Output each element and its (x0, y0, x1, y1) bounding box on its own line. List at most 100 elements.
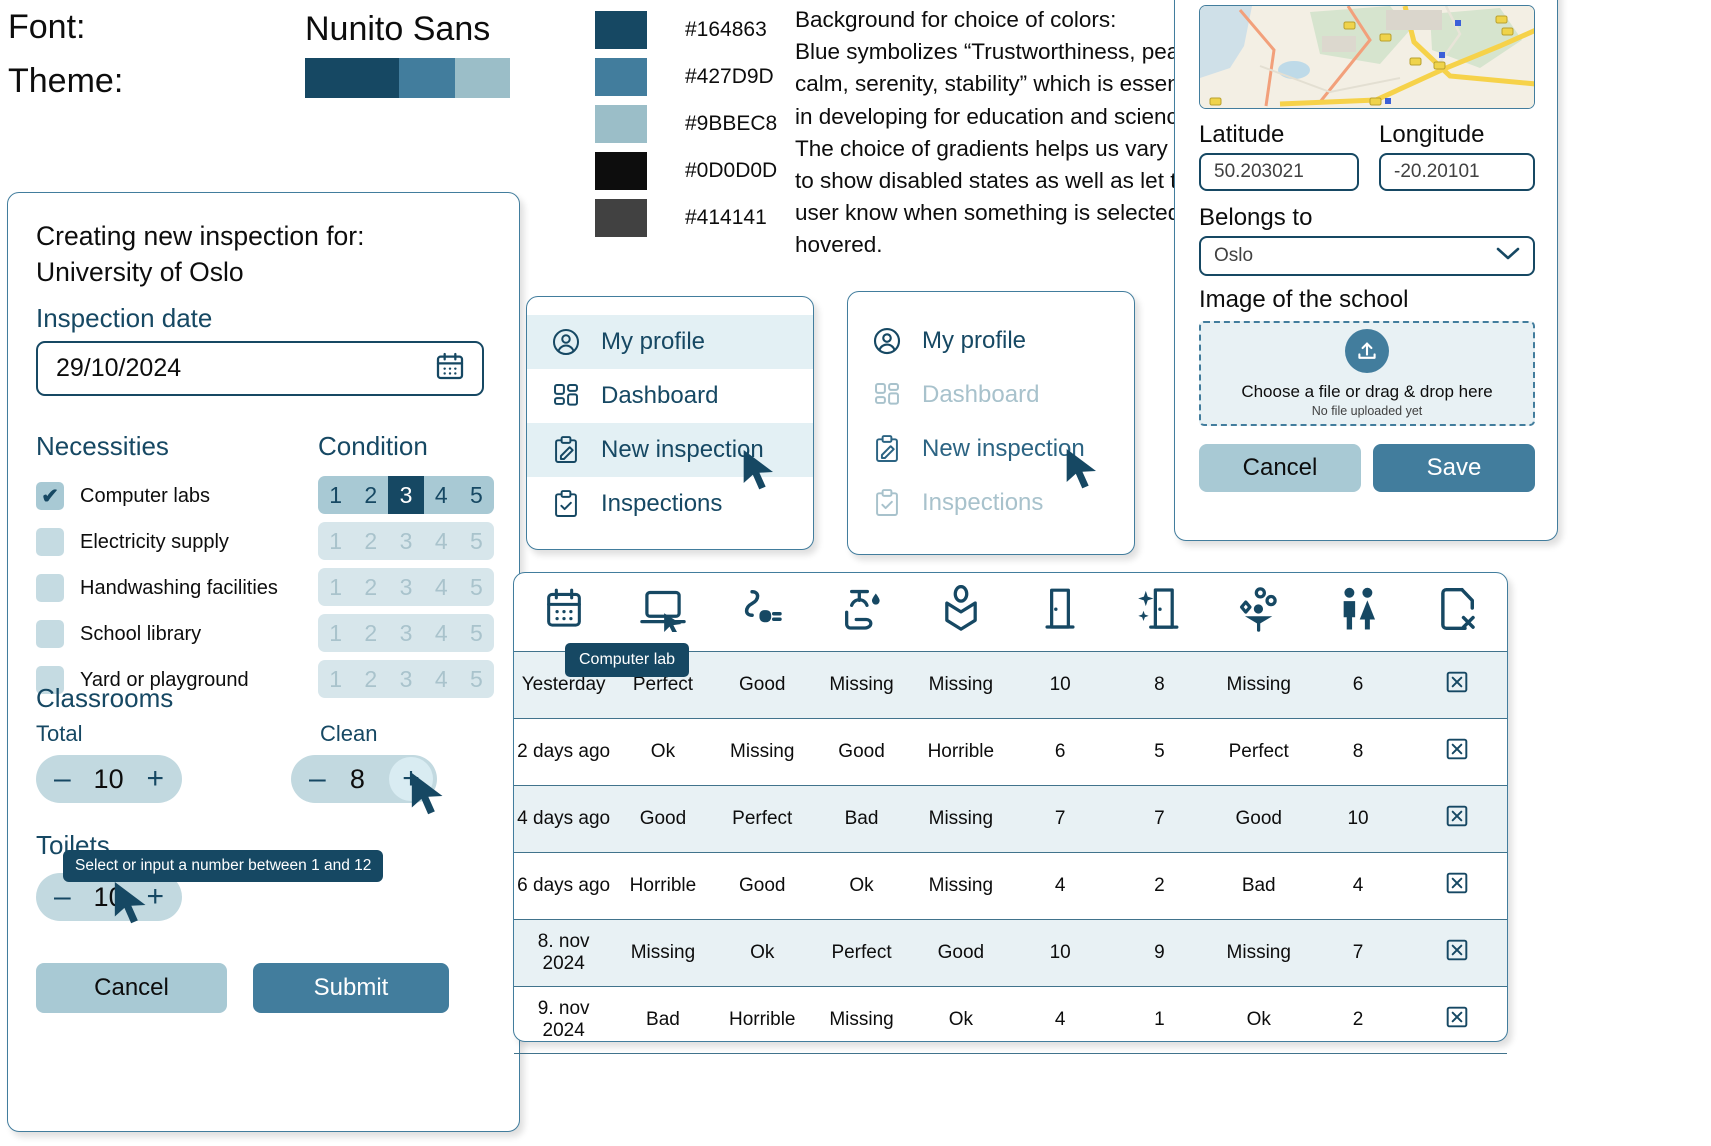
longitude-input[interactable]: -20.20101 (1379, 153, 1535, 191)
checkbox-computer-labs[interactable]: ✔ (36, 482, 64, 510)
cell-delete[interactable] (1407, 650, 1507, 719)
user-circle-icon (549, 325, 583, 359)
decrement-icon[interactable]: – (309, 764, 326, 794)
nav-item-my-profile[interactable]: My profile (848, 314, 1134, 368)
necessity-row-electricity-supply[interactable]: Electricity supply (36, 521, 229, 563)
table-row[interactable]: 6 days ago Horrible Good Ok Missing 4 2 … (514, 851, 1507, 920)
save-button[interactable]: Save (1373, 444, 1535, 492)
file-x-icon (1436, 588, 1478, 637)
cell-yard: Perfect (1209, 717, 1309, 786)
desc-line: in developing for education and science. (795, 103, 1197, 129)
column-delete[interactable] (1408, 573, 1507, 651)
cell-handwashing: Ok (811, 851, 912, 920)
dropzone-main-text: Choose a file or drag & drop here (1241, 382, 1493, 401)
column-library[interactable] (911, 573, 1010, 651)
cell-library: Ok (911, 985, 1011, 1054)
condition-option-3[interactable]: 3 (388, 476, 424, 514)
checkbox-electricity-supply[interactable] (36, 528, 64, 556)
column-computer-lab[interactable] (613, 573, 712, 651)
condition-row-school-library: 1 2 3 4 5 (318, 614, 494, 652)
condition-row-computer-labs[interactable]: 1 2 3 4 5 (318, 476, 494, 514)
calendar-icon[interactable] (434, 350, 466, 387)
longitude-label: Longitude (1379, 121, 1485, 148)
cell-toilets: 10 (1308, 784, 1408, 853)
image-dropzone[interactable]: Choose a file or drag & drop here No fil… (1199, 321, 1535, 426)
condition-option-4: 4 (434, 619, 448, 646)
chevron-down-icon[interactable] (1495, 244, 1521, 268)
column-classrooms-total[interactable] (1010, 573, 1109, 651)
inspection-date-input[interactable]: 29/10/2024 (36, 341, 484, 396)
map-preview[interactable] (1199, 5, 1535, 109)
column-handwashing[interactable] (812, 573, 911, 651)
condition-option-1[interactable]: 1 (318, 476, 353, 514)
belongs-to-select[interactable]: Oslo (1199, 236, 1535, 276)
door-icon (1041, 588, 1079, 637)
new-inspection-card: Creating new inspection for: University … (7, 192, 520, 1132)
cell-delete[interactable] (1407, 985, 1507, 1054)
color-hex-label: #164863 (685, 17, 767, 41)
cell-handwashing: Missing (811, 650, 912, 719)
cell-computer-lab: Missing (613, 918, 713, 987)
table-row[interactable]: 4 days ago Good Perfect Bad Missing 7 7 … (514, 784, 1507, 853)
cell-yard: Ok (1209, 985, 1309, 1054)
increment-icon[interactable]: + (146, 764, 164, 794)
total-label: Total (36, 721, 83, 746)
cell-toilets: 7 (1308, 918, 1408, 987)
checkbox-school-library[interactable] (36, 620, 64, 648)
column-yard[interactable] (1209, 573, 1308, 651)
latitude-input[interactable]: 50.203021 (1199, 153, 1359, 191)
cell-classrooms-clean: 5 (1109, 717, 1210, 786)
delete-box-icon[interactable] (1444, 669, 1470, 695)
color-hex-label: #414141 (685, 205, 767, 229)
cell-handwashing: Bad (811, 784, 912, 853)
cancel-button[interactable]: Cancel (1199, 444, 1361, 492)
condition-option-5[interactable]: 5 (459, 476, 494, 514)
nav-item-label: Dashboard (922, 381, 1040, 408)
cell-delete[interactable] (1407, 784, 1507, 853)
nav-item-my-profile[interactable]: My profile (527, 315, 813, 369)
condition-option-2[interactable]: 2 (353, 476, 388, 514)
table-row[interactable]: 9. nov 2024 Bad Horrible Missing Ok 4 1 … (514, 985, 1507, 1054)
cell-date: 2 days ago (514, 717, 614, 786)
cell-classrooms-total: 4 (1010, 985, 1110, 1054)
necessity-row-handwashing-facilities[interactable]: Handwashing facilities (36, 567, 278, 609)
inspection-date-label: Inspection date (36, 303, 213, 333)
submit-button[interactable]: Submit (253, 963, 449, 1013)
column-toilets[interactable] (1308, 573, 1407, 651)
table-body: Yesterday Perfect Good Missing Missing 1… (514, 650, 1507, 1054)
delete-box-icon[interactable] (1444, 1004, 1470, 1030)
cell-library: Horrible (911, 717, 1011, 786)
table-row[interactable]: 2 days ago Ok Missing Good Horrible 6 5 … (514, 717, 1507, 786)
color-hex-label: #0D0D0D (685, 158, 778, 182)
necessity-row-school-library[interactable]: School library (36, 613, 201, 655)
color-swatch (595, 104, 647, 143)
delete-box-icon[interactable] (1444, 803, 1470, 829)
cell-library: Good (911, 918, 1011, 987)
condition-option-4[interactable]: 4 (424, 476, 459, 514)
total-classrooms-stepper[interactable]: – 10 + (36, 755, 182, 803)
decrement-icon[interactable]: – (54, 764, 71, 794)
delete-box-icon[interactable] (1444, 736, 1470, 762)
cell-delete[interactable] (1407, 918, 1507, 987)
card-title-line1: Creating new inspection for: (36, 221, 365, 251)
nav-item-dashboard[interactable]: Dashboard (527, 369, 813, 423)
delete-box-icon[interactable] (1444, 937, 1470, 963)
checkbox-handwashing-facilities[interactable] (36, 574, 64, 602)
necessity-row-computer-labs[interactable]: ✔ Computer labs (36, 475, 210, 517)
column-date[interactable] (514, 573, 613, 651)
delete-box-icon[interactable] (1444, 870, 1470, 896)
cell-delete[interactable] (1407, 717, 1507, 786)
cell-delete[interactable] (1407, 851, 1507, 920)
cell-handwashing: Missing (811, 985, 912, 1054)
cell-date: 9. nov 2024 (514, 985, 614, 1054)
column-classrooms-clean[interactable] (1110, 573, 1209, 651)
image-of-school-label: Image of the school (1199, 286, 1409, 313)
table-row[interactable]: 8. nov 2024 Missing Ok Perfect Good 10 9… (514, 918, 1507, 987)
column-electricity[interactable] (713, 573, 812, 651)
screenshot-root: Font: Theme: Nunito Sans #164863 #427D9D… (0, 0, 1711, 1146)
cancel-button[interactable]: Cancel (36, 963, 227, 1013)
decrement-icon[interactable]: – (54, 882, 71, 912)
theme-swatch-2 (399, 58, 455, 98)
theme-swatch-1 (305, 58, 400, 98)
cell-yard: Missing (1209, 918, 1309, 987)
